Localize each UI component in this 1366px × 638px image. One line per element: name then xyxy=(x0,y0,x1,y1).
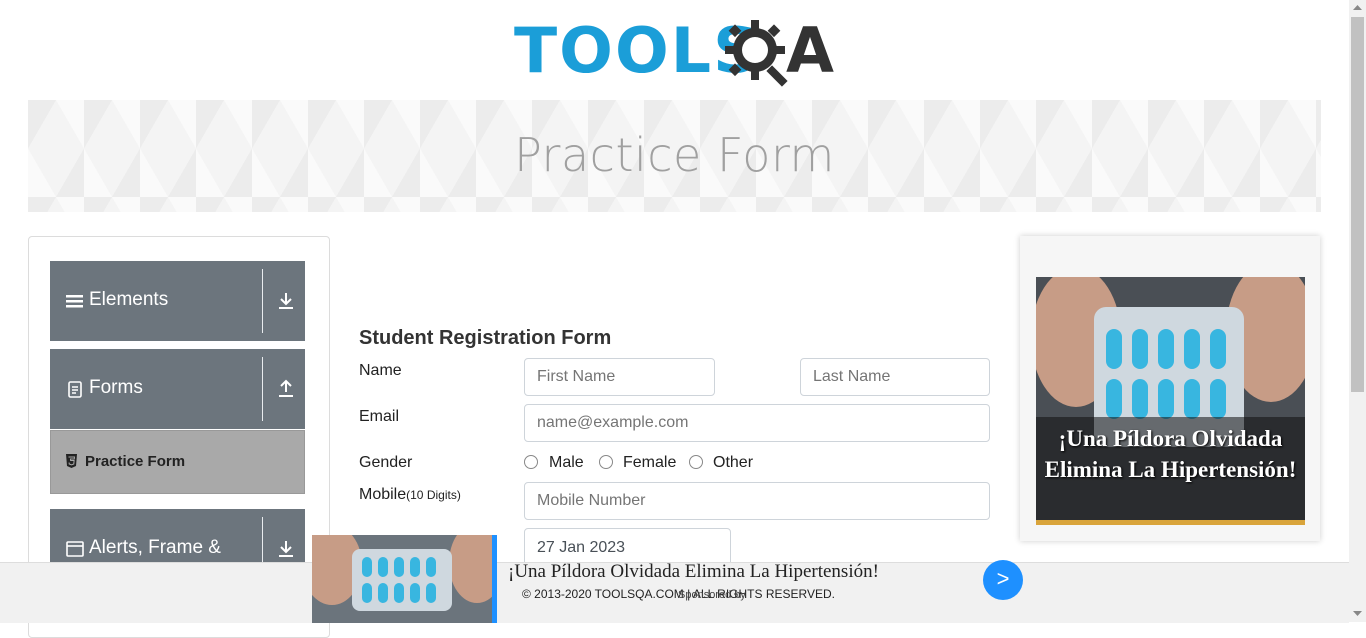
mobile-input[interactable] xyxy=(524,482,990,520)
first-name-input[interactable] xyxy=(524,358,715,396)
email-input[interactable] xyxy=(524,404,990,442)
scrollbar-thumb[interactable] xyxy=(1351,17,1364,392)
gender-female-label[interactable]: Female xyxy=(623,454,676,472)
pill-blister-thumbnail xyxy=(312,535,492,623)
sidebar-item-label: Practice Form xyxy=(85,453,186,470)
bottom-ad-image[interactable] xyxy=(312,535,492,623)
last-name-input[interactable] xyxy=(800,358,990,396)
sidebar-group-forms[interactable]: Forms xyxy=(50,349,305,429)
form-title: Student Registration Form xyxy=(359,327,612,349)
bottom-ad-bar[interactable]: ¡Una Píldora Olvidada Elimina La Hiperte… xyxy=(0,535,1349,623)
sidebar-group-elements[interactable]: Elements xyxy=(50,261,305,341)
sidebar-group-label: Alerts, Frame & xyxy=(89,537,221,558)
document-icon xyxy=(68,381,82,398)
divider xyxy=(262,357,263,421)
mobile-label-text: Mobile xyxy=(359,486,407,503)
email-label: Email xyxy=(359,408,400,425)
window-icon xyxy=(66,541,84,557)
divider xyxy=(262,269,263,333)
download-arrow-icon[interactable] xyxy=(277,539,295,559)
name-label: Name xyxy=(359,362,402,379)
sidebar-item-practice-form[interactable]: Practice Form xyxy=(50,430,305,494)
bottom-ad-headline[interactable]: ¡Una Píldora Olvidada Elimina La Hiperte… xyxy=(508,561,879,583)
ad-accent-bar xyxy=(1036,520,1305,525)
page-title: Practice Form xyxy=(514,128,835,182)
sidebar-group-label: Forms xyxy=(89,377,143,398)
gear-magnifier-icon xyxy=(725,20,788,87)
mobile-label: Mobile(10 Digits) xyxy=(359,486,461,504)
scroll-up-icon[interactable] xyxy=(1353,4,1362,11)
upload-arrow-icon[interactable] xyxy=(277,379,295,399)
sidebar-group-label: Elements xyxy=(89,289,169,310)
bottom-ad-next-button[interactable]: > xyxy=(983,560,1023,600)
download-arrow-icon[interactable] xyxy=(277,291,295,311)
ad-headline[interactable]: ¡Una Píldora Olvidada Elimina La Hiperte… xyxy=(1036,423,1305,485)
logo-text-end: A xyxy=(786,14,834,87)
gender-other-label[interactable]: Other xyxy=(713,454,753,472)
page-banner: Practice Form xyxy=(28,100,1321,212)
bottom-ad-accent xyxy=(492,535,497,623)
scroll-down-icon[interactable] xyxy=(1353,610,1362,617)
scrollbar[interactable] xyxy=(1349,0,1366,622)
hamburger-icon xyxy=(66,295,83,308)
gender-label: Gender xyxy=(359,454,413,471)
gender-female-radio[interactable] xyxy=(599,455,613,469)
right-ad[interactable]: ¡Una Píldora Olvidada Elimina La Hiperte… xyxy=(1020,236,1320,541)
html5-icon xyxy=(66,454,77,468)
ad-image[interactable]: ¡Una Píldora Olvidada Elimina La Hiperte… xyxy=(1036,277,1305,525)
gender-male-label[interactable]: Male xyxy=(549,454,584,472)
sponsored-by: Sponsored by xyxy=(678,589,746,601)
mobile-hint: (10 Digits) xyxy=(406,488,461,502)
gender-male-radio[interactable] xyxy=(524,455,538,469)
gender-other-radio[interactable] xyxy=(689,455,703,469)
pill-blister-image xyxy=(1036,277,1305,525)
toolsqa-logo[interactable]: TOOLS A xyxy=(514,16,840,90)
